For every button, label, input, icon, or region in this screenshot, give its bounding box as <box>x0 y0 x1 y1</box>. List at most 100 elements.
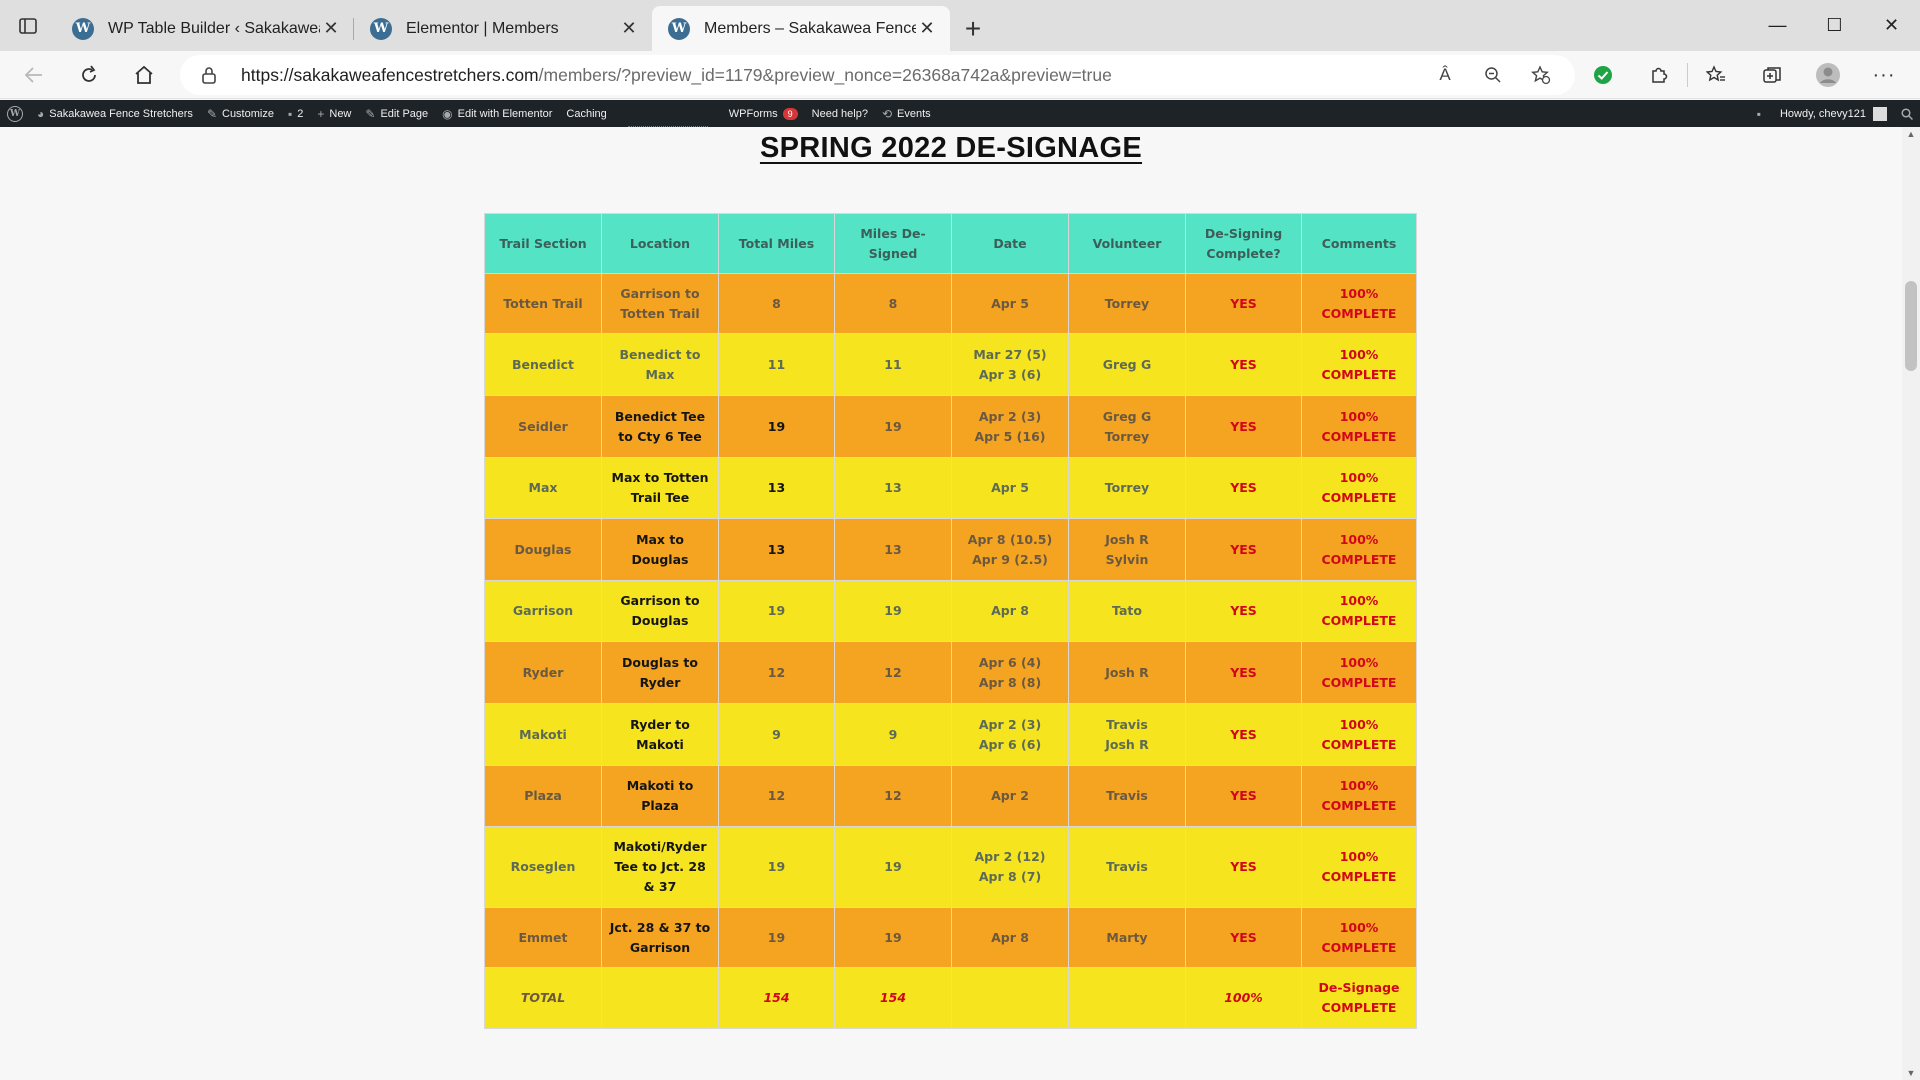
browser-tab-3-active[interactable]: W Members – Sakakawea Fence Str ✕ <box>652 6 950 51</box>
settings-more-button[interactable]: ··· <box>1856 55 1912 95</box>
close-tab-icon[interactable]: ✕ <box>320 18 342 40</box>
need-help-link[interactable]: Need help? <box>805 100 875 127</box>
edit-elementor-label: Edit with Elementor <box>457 107 553 120</box>
events-menu[interactable]: ⟲ Events <box>875 100 938 127</box>
cell-complete: YES <box>1185 273 1302 334</box>
tab-title: Members – Sakakawea Fence Str <box>704 19 916 37</box>
close-window-icon[interactable]: ✕ <box>1863 0 1920 51</box>
notifications-icon[interactable]: ▪ <box>1750 100 1773 127</box>
customize-label: Customize <box>222 107 274 120</box>
edit-with-elementor-link[interactable]: ◉ Edit with Elementor <box>435 100 559 127</box>
cell-volunteer: Greg G <box>1068 333 1186 396</box>
new-tab-button[interactable]: + <box>950 6 996 51</box>
minimize-icon[interactable]: — <box>1749 0 1806 51</box>
total-cell-designed: 154 <box>834 967 952 1029</box>
new-content-menu[interactable]: + New <box>310 100 358 127</box>
favorites-star-icon <box>1706 65 1725 82</box>
cell-total: 19 <box>718 826 835 908</box>
page-scrollbar[interactable]: ▲ ▼ <box>1902 127 1920 1080</box>
scroll-up-arrow-icon[interactable]: ▲ <box>1906 129 1916 139</box>
column-header: Miles De-Signed <box>834 213 952 274</box>
cell-location: Garrison to Douglas <box>601 580 719 642</box>
zoom-out-icon[interactable] <box>1471 62 1515 88</box>
collections-button[interactable] <box>1744 55 1800 95</box>
total-cell-total: 154 <box>718 967 835 1029</box>
maximize-icon[interactable]: ☐ <box>1806 0 1863 51</box>
cell-designed: 8 <box>834 273 952 334</box>
check-circle-icon <box>1594 66 1612 84</box>
cell-date: Apr 2 (3) Apr 5 (16) <box>951 395 1069 458</box>
wpforms-label: WPForms <box>728 107 778 120</box>
profile-avatar-icon <box>1816 63 1840 87</box>
cell-volunteer: Tato <box>1068 580 1186 642</box>
add-favorite-icon[interactable] <box>1519 62 1563 88</box>
cell-complete: YES <box>1185 395 1302 458</box>
home-button[interactable] <box>116 55 171 95</box>
table-row: Douglas Max to Douglas 13 13 Apr 8 (10.5) Ap… <box>484 518 1417 581</box>
cell-location: Ryder to Makoti <box>601 703 719 766</box>
extensions-button[interactable] <box>1631 55 1687 95</box>
cell-section: Makoti <box>484 703 602 766</box>
scrollbar-thumb[interactable] <box>1905 281 1917 371</box>
events-icon: ⟲ <box>881 106 893 121</box>
cell-date: Apr 2 (12) Apr 8 (7) <box>951 826 1069 908</box>
scroll-down-arrow-icon[interactable]: ▼ <box>1906 1068 1916 1078</box>
back-button[interactable] <box>6 55 61 95</box>
admin-search-icon[interactable] <box>1894 100 1920 127</box>
elementor-icon: ◉ <box>442 106 453 121</box>
total-cell-location <box>601 967 719 1029</box>
cell-total: 12 <box>718 765 835 827</box>
howdy-label: Howdy, chevy121 <box>1779 107 1866 120</box>
edit-page-link[interactable]: ✎ Edit Page <box>358 100 435 127</box>
close-tab-icon[interactable]: ✕ <box>916 18 938 40</box>
url-text[interactable]: https://sakakaweafencestretchers.com/mem… <box>241 65 1112 86</box>
wpforms-badge: 9 <box>782 107 798 120</box>
cell-designed: 19 <box>834 395 952 458</box>
close-tab-icon[interactable]: ✕ <box>618 18 640 40</box>
cell-date: Apr 5 <box>951 273 1069 334</box>
window-controls: — ☐ ✕ <box>1749 0 1920 51</box>
account-menu[interactable]: Howdy, chevy121 <box>1773 100 1894 127</box>
profile-button[interactable] <box>1800 55 1856 95</box>
cell-total: 8 <box>718 273 835 334</box>
total-cell-comment: De-Signage COMPLETE <box>1301 967 1417 1029</box>
cell-volunteer: Josh R <box>1068 641 1186 704</box>
cell-complete: YES <box>1185 580 1302 642</box>
cell-date: Apr 8 <box>951 907 1069 968</box>
cell-volunteer: Greg G Torrey <box>1068 395 1186 458</box>
address-bar[interactable]: https://sakakaweafencestretchers.com/mem… <box>180 55 1575 95</box>
wordpress-favicon-icon: W <box>668 17 690 40</box>
wp-logo-menu[interactable]: W <box>0 100 30 127</box>
favorites-button[interactable] <box>1688 55 1744 95</box>
tab-actions-button[interactable] <box>0 0 56 51</box>
tab-title: Elementor | Members <box>406 19 559 37</box>
cell-section: Max <box>484 457 602 519</box>
reload-button[interactable] <box>61 55 116 95</box>
cell-designed: 13 <box>834 457 952 519</box>
wpforms-menu[interactable]: WPForms 9 <box>722 100 805 127</box>
table-header-row: Trail Section Location Total Miles Miles… <box>484 213 1417 274</box>
browser-tab-2[interactable]: W Elementor | Members ✕ <box>354 6 652 51</box>
read-aloud-icon[interactable]: Â <box>1423 62 1467 88</box>
cell-complete: YES <box>1185 457 1302 519</box>
cell-location: Makoti/Ryder Tee to Jct. 28 & 37 <box>601 826 719 908</box>
cell-total: 11 <box>718 333 835 396</box>
comments-link[interactable]: ▪ 2 <box>281 100 310 127</box>
collections-icon <box>1763 67 1781 83</box>
adminbar-placeholder <box>627 100 708 127</box>
table-row: Ryder Douglas to Ryder 12 12 Apr 6 (4) Apr 8… <box>484 641 1417 704</box>
column-header: Comments <box>1301 213 1417 274</box>
wordpress-favicon-icon: W <box>370 17 392 40</box>
brush-icon: ✎ <box>206 106 217 121</box>
table-row: Totten Trail Garrison to Totten Trail 8 8 Ap… <box>484 273 1417 334</box>
cell-section: Garrison <box>484 580 602 642</box>
site-name-menu[interactable]: ◕ Sakakawea Fence Stretchers <box>30 100 200 127</box>
cell-location: Benedict to Max <box>601 333 719 396</box>
cell-comment: 100% COMPLETE <box>1301 395 1417 458</box>
browser-tab-1[interactable]: W WP Table Builder ‹ Sakakawea Fe ✕ <box>56 6 354 51</box>
lock-icon[interactable] <box>202 66 216 84</box>
caching-menu[interactable]: Caching <box>559 100 613 127</box>
extension-check-button[interactable] <box>1575 55 1631 95</box>
page-title: SPRING 2022 DE-SIGNAGE <box>759 132 1143 164</box>
customize-link[interactable]: ✎ Customize <box>200 100 281 127</box>
